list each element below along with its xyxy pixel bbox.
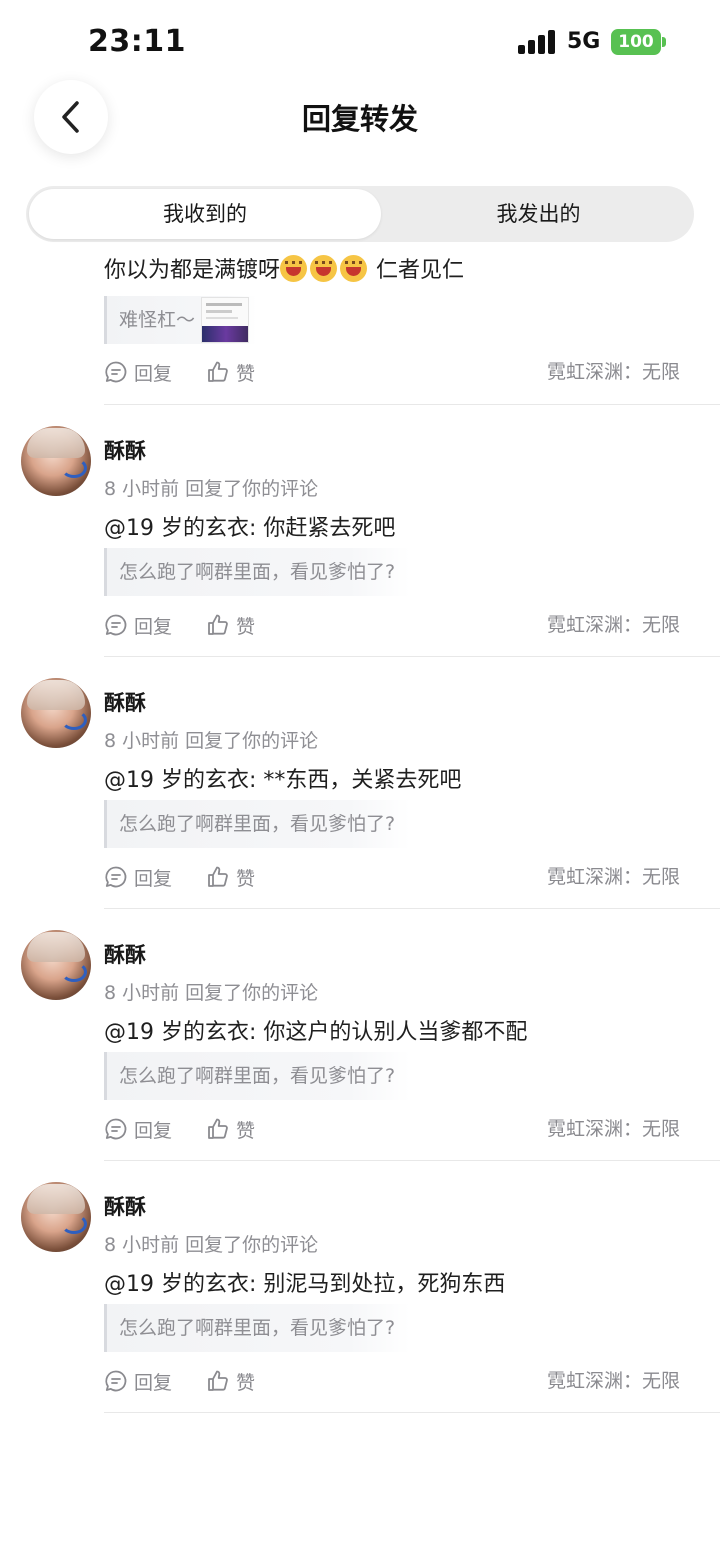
list-item[interactable]: 酥酥 8 小时前 回复了你的评论 @19 岁的玄衣: 你这户的认别人当爹都不配 … bbox=[0, 909, 720, 1161]
avatar[interactable] bbox=[21, 930, 91, 1000]
thumbs-up-icon bbox=[208, 866, 228, 887]
reply-text: @19 岁的玄衣: 你赶紧去死吧 bbox=[104, 516, 396, 541]
segmented-tabs: 我收到的 我发出的 bbox=[26, 186, 694, 242]
game-location: 霓虹深渊：无限 bbox=[546, 866, 680, 888]
like-label: 赞 bbox=[236, 867, 256, 890]
like-label: 赞 bbox=[236, 1119, 256, 1142]
game-location: 霓虹深渊：无限 bbox=[546, 1118, 680, 1140]
game-location: 霓虹深渊：无限 bbox=[546, 361, 680, 383]
quoted-comment[interactable]: 怎么跑了啊群里面，看见爹怕了? bbox=[104, 800, 410, 848]
game-location: 霓虹深渊：无限 bbox=[546, 614, 680, 636]
cellular-signal-icon bbox=[518, 30, 556, 54]
reply-text: @19 岁的玄衣: 你这户的认别人当爹都不配 bbox=[104, 1020, 528, 1045]
quoted-comment[interactable]: 怎么跑了啊群里面，看见爹怕了? bbox=[104, 548, 410, 596]
username[interactable]: 酥酥 bbox=[104, 687, 146, 717]
reply-label: 回复 bbox=[134, 615, 173, 638]
like-button[interactable]: 赞 bbox=[206, 864, 255, 891]
tab-sent[interactable]: 我发出的 bbox=[386, 189, 691, 239]
thumbs-up-icon bbox=[208, 614, 228, 635]
action-bar: 回复 赞 霓虹深渊：无限 bbox=[104, 1366, 684, 1396]
battery-icon: 100 bbox=[611, 29, 661, 55]
list-item[interactable]: 酥酥 8 小时前 回复了你的评论 @19 岁的玄衣: 你赶紧去死吧 怎么跑了啊群… bbox=[0, 405, 720, 657]
reply-list: 你以为都是满镀呀 仁者见仁 难怪杠～ 回复 赞 霓虹深渊：无限 酥酥 8 小时前… bbox=[0, 244, 720, 1413]
comment-bubble-icon bbox=[105, 361, 127, 383]
comment-bubble-icon bbox=[105, 866, 127, 888]
like-button[interactable]: 赞 bbox=[206, 612, 255, 639]
like-button[interactable]: 赞 bbox=[206, 359, 255, 386]
reply-label: 回复 bbox=[134, 362, 173, 385]
page-title: 回复转发 bbox=[301, 102, 418, 136]
reply-button[interactable]: 回复 bbox=[104, 359, 172, 386]
like-label: 赞 bbox=[236, 362, 256, 385]
reply-button[interactable]: 回复 bbox=[104, 1368, 172, 1395]
game-location: 霓虹深渊：无限 bbox=[546, 1370, 680, 1392]
thumbs-up-icon bbox=[208, 1118, 228, 1139]
reply-button[interactable]: 回复 bbox=[104, 864, 172, 891]
thumbs-up-icon bbox=[208, 361, 228, 382]
laughing-emoji-icon bbox=[310, 254, 338, 282]
reply-meta: 8 小时前 回复了你的评论 bbox=[104, 478, 319, 500]
list-item[interactable]: 酥酥 8 小时前 回复了你的评论 @19 岁的玄衣: **东西，关紧去死吧 怎么… bbox=[0, 657, 720, 909]
like-label: 赞 bbox=[236, 615, 256, 638]
comment-text: 你以为都是满镀呀 仁者见仁 bbox=[104, 252, 464, 284]
like-button[interactable]: 赞 bbox=[206, 1368, 255, 1395]
reply-label: 回复 bbox=[134, 867, 173, 890]
thumbs-up-icon bbox=[208, 1370, 228, 1391]
action-bar: 回复 赞 霓虹深渊：无限 bbox=[104, 610, 684, 640]
action-bar: 回复 赞 霓虹深渊：无限 bbox=[104, 862, 684, 892]
list-item[interactable]: 酥酥 8 小时前 回复了你的评论 @19 岁的玄衣: 别泥马到处拉，死狗东西 怎… bbox=[0, 1161, 720, 1413]
like-button[interactable]: 赞 bbox=[206, 1116, 255, 1143]
status-time: 23:11 bbox=[88, 24, 186, 59]
laughing-emoji-icon bbox=[280, 254, 308, 282]
comment-bubble-icon bbox=[105, 1118, 127, 1140]
quoted-comment[interactable]: 怎么跑了啊群里面，看见爹怕了? bbox=[104, 1052, 410, 1100]
avatar[interactable] bbox=[21, 426, 91, 496]
comment-text-part: 仁者见仁 bbox=[376, 258, 465, 283]
network-type: 5G bbox=[567, 29, 601, 54]
username[interactable]: 酥酥 bbox=[104, 939, 146, 969]
status-bar: 23:11 5G 100 bbox=[0, 0, 720, 86]
reply-text: @19 岁的玄衣: 别泥马到处拉，死狗东西 bbox=[104, 1272, 506, 1297]
comment-bubble-icon bbox=[105, 1370, 127, 1392]
comment-text-part: 你以为都是满镀呀 bbox=[104, 258, 281, 283]
reply-button[interactable]: 回复 bbox=[104, 612, 172, 639]
laughing-emoji-icon bbox=[340, 254, 368, 282]
reply-label: 回复 bbox=[134, 1119, 173, 1142]
quoted-comment[interactable]: 难怪杠～ bbox=[104, 296, 256, 344]
reply-label: 回复 bbox=[134, 1371, 173, 1394]
username[interactable]: 酥酥 bbox=[104, 435, 146, 465]
list-item[interactable]: 你以为都是满镀呀 仁者见仁 难怪杠～ 回复 赞 霓虹深渊：无限 bbox=[104, 244, 720, 405]
action-bar: 回复 赞 霓虹深渊：无限 bbox=[104, 1114, 684, 1144]
like-label: 赞 bbox=[236, 1371, 256, 1394]
tab-received[interactable]: 我收到的 bbox=[29, 189, 381, 239]
quoted-comment[interactable]: 怎么跑了啊群里面，看见爹怕了? bbox=[104, 1304, 410, 1352]
reply-meta: 8 小时前 回复了你的评论 bbox=[104, 730, 319, 752]
action-bar: 回复 赞 霓虹深渊：无限 bbox=[104, 357, 684, 387]
comment-bubble-icon bbox=[105, 614, 127, 636]
avatar[interactable] bbox=[21, 1182, 91, 1252]
username[interactable]: 酥酥 bbox=[104, 1191, 146, 1221]
avatar[interactable] bbox=[21, 678, 91, 748]
battery-tip bbox=[662, 37, 666, 47]
image-thumbnail[interactable] bbox=[201, 297, 250, 343]
reply-text: @19 岁的玄衣: **东西，关紧去死吧 bbox=[104, 768, 462, 793]
quoted-comment-text: 难怪杠～ bbox=[119, 309, 196, 331]
reply-button[interactable]: 回复 bbox=[104, 1116, 172, 1143]
reply-meta: 8 小时前 回复了你的评论 bbox=[104, 982, 319, 1004]
reply-meta: 8 小时前 回复了你的评论 bbox=[104, 1234, 319, 1256]
